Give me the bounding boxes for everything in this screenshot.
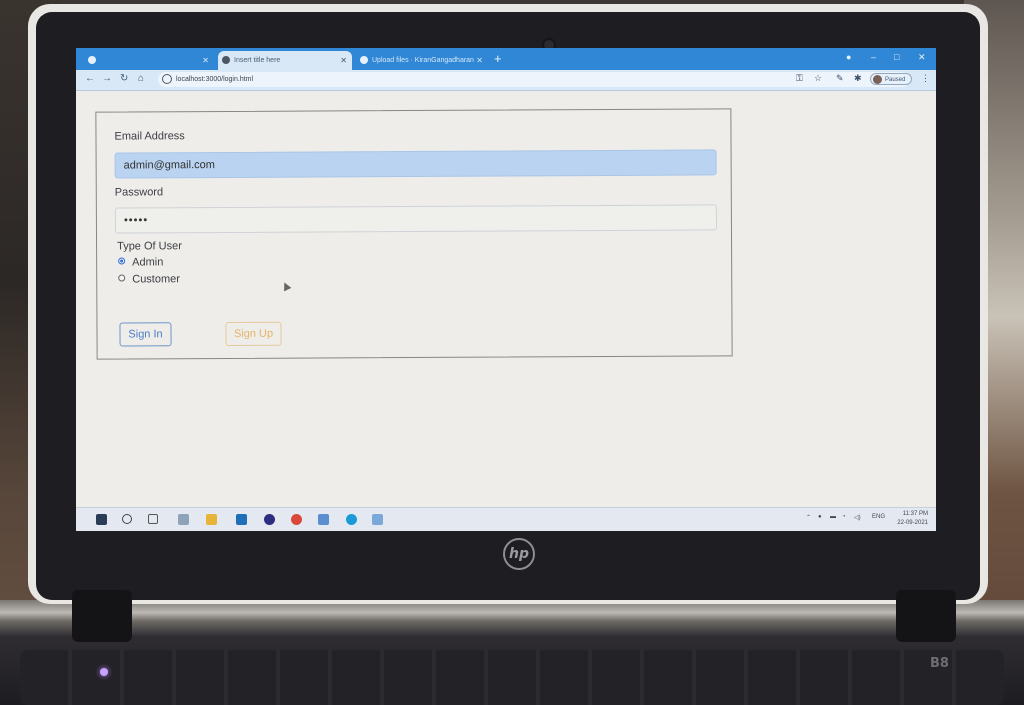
- user-type-label: Type Of User: [117, 240, 182, 253]
- volume-icon[interactable]: ◁): [854, 514, 861, 521]
- tab-1[interactable]: ✕: [84, 51, 214, 70]
- forward-icon[interactable]: →: [102, 73, 112, 84]
- password-label: Password: [114, 186, 164, 199]
- maximize-button[interactable]: □: [894, 52, 899, 62]
- tab-insert-title[interactable]: Insert title here ✕: [218, 51, 352, 70]
- hinge-left: [72, 590, 132, 642]
- sign-up-button[interactable]: Sign Up: [225, 321, 282, 346]
- tray-chevron-icon[interactable]: ⌃: [806, 514, 811, 521]
- browser-toolbar: ← → ↻ ⌂ localhost:3000/login.html ⚿ ☆ ✎ …: [76, 70, 936, 91]
- file-explorer-icon[interactable]: [206, 514, 217, 525]
- taskbar-clock[interactable]: 11:37 PM 22-09-2021: [897, 510, 928, 528]
- tab-favicon-icon: [88, 56, 96, 64]
- extension-icon[interactable]: ✎: [836, 73, 844, 84]
- eclipse-icon[interactable]: [264, 514, 275, 525]
- record-icon: ●: [846, 52, 852, 62]
- admin-option-label[interactable]: Admin: [132, 256, 163, 268]
- customer-radio[interactable]: [118, 274, 126, 282]
- wifi-icon[interactable]: ◔: [842, 514, 846, 520]
- app-icon[interactable]: [178, 514, 189, 525]
- laptop-keyboard: [20, 650, 1004, 705]
- tab-title: Upload files · KiranGangadharan: [372, 57, 474, 64]
- address-url: localhost:3000/login.html: [176, 76, 254, 83]
- chrome-icon[interactable]: [291, 514, 302, 525]
- start-icon[interactable]: [96, 514, 107, 525]
- reload-icon[interactable]: ↻: [120, 73, 128, 84]
- clock-date: 22-09-2021: [897, 520, 928, 526]
- power-led: [100, 668, 108, 676]
- close-icon[interactable]: ✕: [340, 51, 347, 70]
- hp-logo: hp: [503, 538, 535, 570]
- new-tab-button[interactable]: +: [494, 51, 502, 67]
- clock-time: 11:37 PM: [902, 511, 928, 517]
- store-icon[interactable]: [318, 514, 329, 525]
- model-badge: B8: [930, 656, 949, 671]
- browser-tab-strip: ✕ Insert title here ✕ Upload files · Kir…: [76, 48, 936, 70]
- password-field[interactable]: •••••: [114, 204, 717, 234]
- task-view-icon[interactable]: [148, 514, 158, 524]
- customer-option-label[interactable]: Customer: [132, 273, 180, 285]
- star-icon[interactable]: ☆: [814, 73, 822, 84]
- profile-button[interactable]: Paused: [870, 73, 912, 85]
- close-window-button[interactable]: ✕: [918, 52, 926, 63]
- app-icon[interactable]: [372, 514, 383, 525]
- admin-radio[interactable]: [118, 257, 126, 265]
- windows-taskbar: ⌃ ● ▬ ◔ ◁) ENG 11:37 PM 22-09-2021: [76, 507, 936, 531]
- tab-upload-files[interactable]: Upload files · KiranGangadharan ✕: [356, 51, 488, 70]
- sign-in-button[interactable]: Sign In: [119, 322, 172, 347]
- battery-icon[interactable]: ▬: [830, 514, 836, 520]
- hinge-right: [896, 590, 956, 642]
- close-icon[interactable]: ✕: [476, 51, 483, 70]
- tab-title: Insert title here: [234, 57, 281, 64]
- home-icon[interactable]: ⌂: [138, 73, 144, 84]
- minimize-button[interactable]: –: [871, 52, 876, 62]
- login-form: Email Address admin@gmail.com Password •…: [95, 108, 733, 360]
- globe-icon: [222, 56, 230, 64]
- puzzle-icon[interactable]: ✱: [854, 73, 862, 84]
- email-label: Email Address: [114, 130, 185, 143]
- search-icon[interactable]: [122, 514, 132, 524]
- email-field[interactable]: admin@gmail.com: [114, 149, 717, 179]
- bluetooth-icon[interactable]: ●: [818, 514, 822, 520]
- menu-icon[interactable]: ⋮: [921, 73, 930, 84]
- key-icon[interactable]: ⚿: [796, 73, 803, 84]
- info-icon[interactable]: [162, 74, 172, 84]
- laptop-screen: ✕ Insert title here ✕ Upload files · Kir…: [76, 48, 936, 531]
- back-icon[interactable]: ←: [85, 73, 95, 84]
- language-indicator[interactable]: ENG: [872, 514, 885, 520]
- github-icon: [360, 56, 368, 64]
- app-icon[interactable]: [236, 514, 247, 525]
- close-icon[interactable]: ✕: [202, 51, 209, 70]
- edge-icon[interactable]: [346, 514, 357, 525]
